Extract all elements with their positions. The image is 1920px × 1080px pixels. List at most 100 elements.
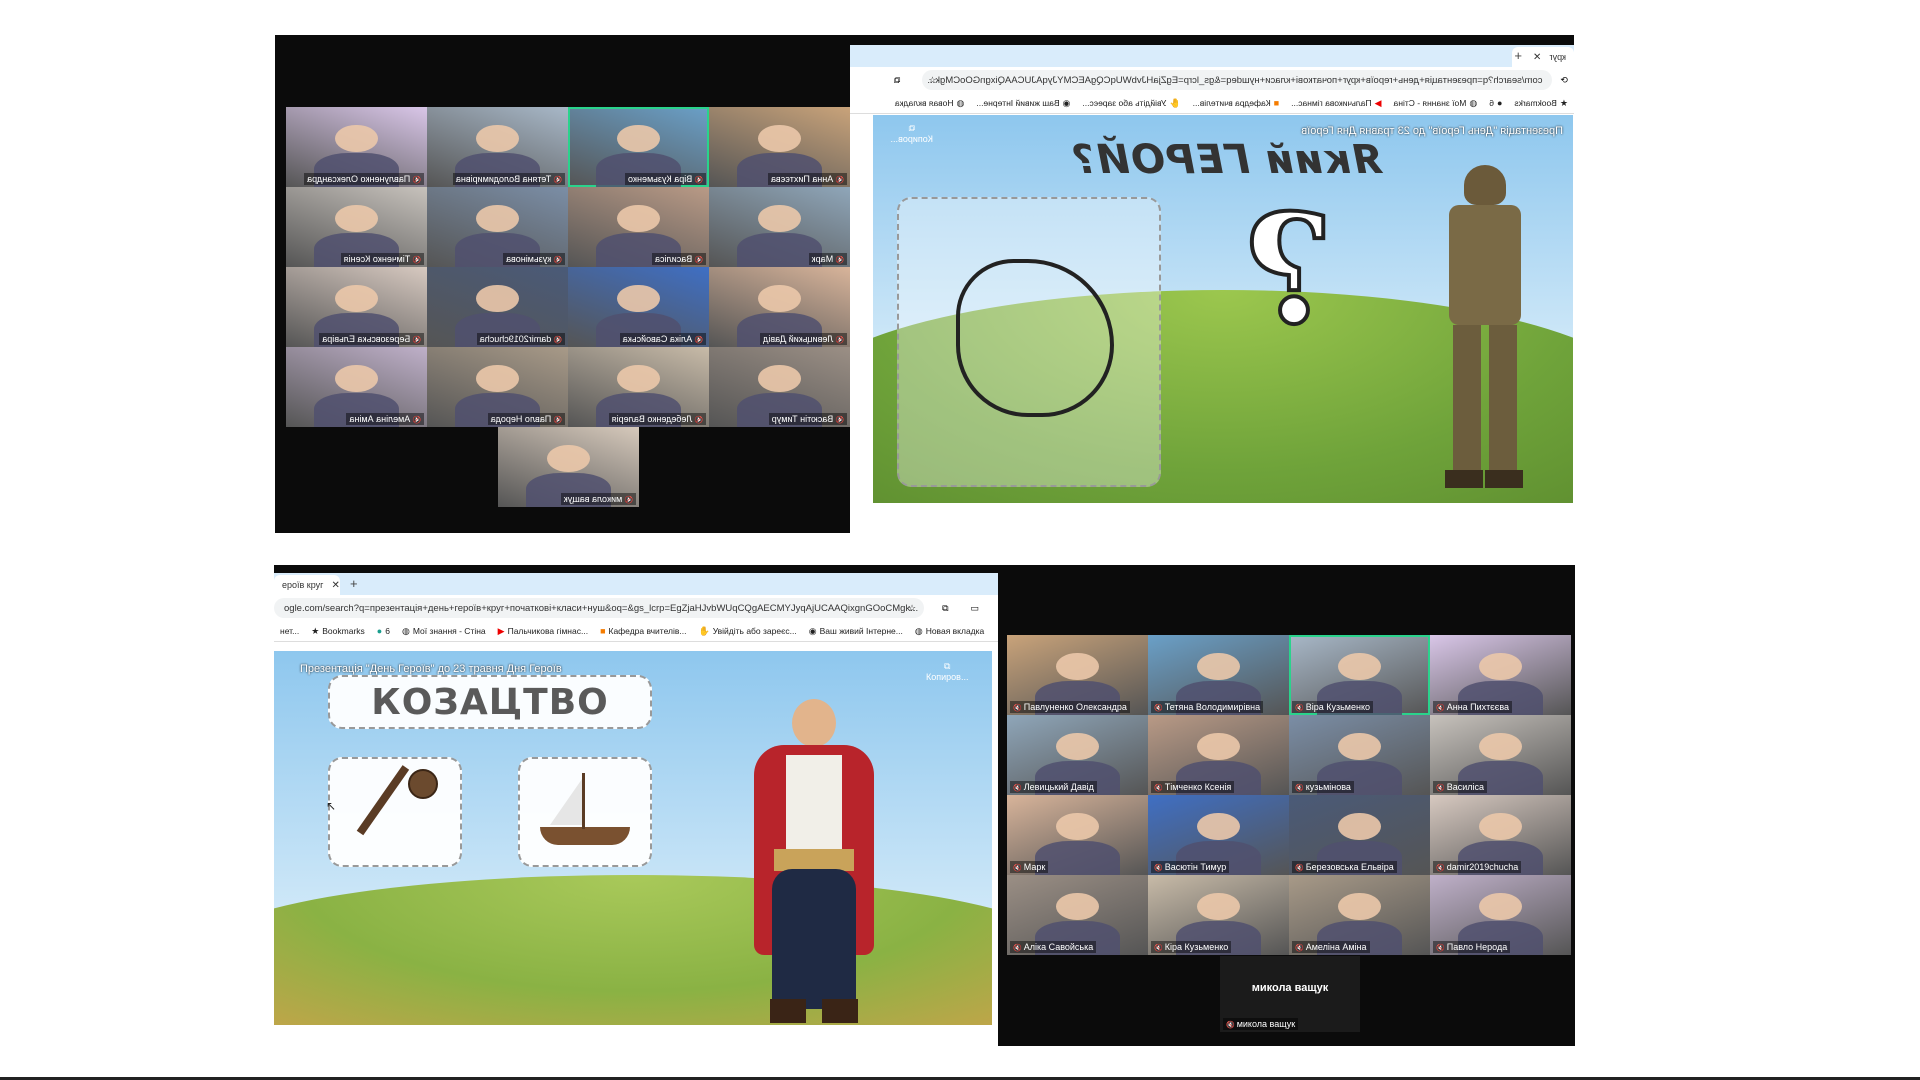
participant-tile[interactable]: Васютін Тимур [709,347,850,427]
participant-tile[interactable]: Левицький Давід [709,267,850,347]
bookmark-item[interactable]: нет... [280,626,299,636]
participant-name: Василіса [1433,781,1488,793]
address-bar-row: ogle.com/search?q=презентація+день+герої… [274,595,998,621]
bookmark-item[interactable]: ◍ Новая вкладка [895,98,964,109]
participant-name: Павлуненко Олександра [1010,701,1130,713]
bookmark-item[interactable]: ◉ Ваш живий Інтерне... [809,626,903,637]
bookmark-item[interactable]: ● 6 [377,626,390,636]
participant-name: Анна Пихтєєва [1433,701,1513,713]
participant-tile[interactable]: Василіса [568,187,709,267]
address-bar[interactable]: ogle.com/search?q=презентація+день+герої… [274,598,924,618]
participant-video [335,364,378,392]
youtube-icon: ▶ [497,625,505,636]
participant-tile-no-video[interactable]: микола ващук микола ващук [1220,956,1360,1032]
close-tab-icon[interactable]: ✕ [331,580,339,591]
participant-video [1479,652,1522,680]
participant-video [1338,652,1381,680]
participant-tile[interactable]: Марк [709,187,850,267]
participant-tile[interactable]: Аліка Савойська [568,267,709,347]
participant-tile[interactable]: Тімченко Ксенія [1148,715,1289,795]
bookmark-item[interactable]: ✋ Увійдіть або зареєс... [699,626,797,637]
bookmark-item[interactable]: ▶ Пальчикова гімнас... [498,626,588,637]
bookmark-item[interactable]: ▶ Пальчикова гімнас... [1291,98,1381,109]
star-icon[interactable]: ☆ [928,75,936,86]
participant-tile[interactable]: микола ващук [498,427,639,507]
copy-button[interactable]: ⧉ Копиров... [891,123,933,144]
participant-tile[interactable]: Васютін Тимур [1148,795,1289,875]
boat-card[interactable] [518,757,652,867]
star-icon[interactable]: ☆ [908,603,916,614]
participant-tile[interactable]: Аліка Савойська [1007,875,1148,955]
participant-tile[interactable]: Анна Пихтєєва [1430,635,1571,715]
close-tab-icon[interactable]: ✕ [1533,52,1541,63]
participant-tile[interactable]: Віра Кузьменко [1289,635,1430,715]
bookmark-item[interactable]: ◍ Мої знання - Стіна [1394,98,1478,109]
address-bar[interactable]: com/search?q=презентація+день+героїв+кру… [922,70,1553,90]
reload-icon[interactable]: ⟳ [1560,75,1568,86]
participant-tile[interactable]: Левицький Давід [1007,715,1148,795]
bookmark-item[interactable]: ★ Bookmarks [1514,98,1568,109]
participant-name: Тетяна Володимирівна [1151,701,1264,713]
slide-caption: Презентація "День Героїв" до 23 травня Д… [300,663,562,675]
participant-tile[interactable]: Амеліна Аміна [286,347,427,427]
participant-video [617,124,660,152]
bookmark-item[interactable]: ● 6 [1489,98,1502,108]
slide-title: Який ГЕРОЙ? [1071,137,1383,183]
participant-tile[interactable]: Анна Пихтєєва [709,107,850,187]
participant-tile[interactable]: Павло Нерода [427,347,568,427]
bookmark-item[interactable]: ◉ Ваш живий Інтерне... [976,98,1070,109]
top-screen-panel: круг ✕ + ⟳ com/search?q=презентація+день… [275,35,1574,533]
participant-tile[interactable]: Кіра Кузьменко [1148,875,1289,955]
participant-video [1479,892,1522,920]
participant-tile[interactable]: damir2019chucha [427,267,568,347]
participant-tile[interactable]: Марк [1007,795,1148,875]
bookmarks-bar: ★ Bookmarks ● 6 ◍ Мої знання - Стіна ▶ Пальч… [850,93,1574,114]
participant-tile[interactable]: Березовська Ельвіра [286,267,427,347]
participant-video [476,204,519,232]
participant-name: Павло Нерода [1433,941,1511,953]
participant-tile[interactable]: damir2019chucha [1430,795,1571,875]
bookmark-item[interactable]: ◍ Мої знання - Стіна [402,626,486,637]
bookmark-item[interactable]: ★ Bookmarks [311,626,365,637]
bookmark-item[interactable]: ■ Кафедра вчителів... [600,626,686,636]
participant-name: Амеліна Аміна [1292,941,1370,953]
bookmark-item[interactable]: ✋ Увійдіть або зареєс... [1082,98,1180,109]
participant-tile[interactable]: Тетяна Володимирівна [1148,635,1289,715]
sidebar-icon[interactable]: ▭ [971,603,980,614]
participant-tile[interactable]: Павлуненко Олександра [286,107,427,187]
participant-tile[interactable]: Тімченко Ксенія [286,187,427,267]
bookmark-item[interactable]: ■ Кафедра вчителів... [1193,98,1279,108]
participant-tile[interactable]: Лебеденко Валерія [568,347,709,427]
participant-tile[interactable]: Павлуненко Олександра [1007,635,1148,715]
url-text: ogle.com/search?q=презентація+день+герої… [284,602,919,614]
participant-tile[interactable]: Василіса [1430,715,1571,795]
participant-name: Березовська Ельвіра [319,333,424,345]
participant-video [758,284,801,312]
participant-video [547,444,590,472]
participant-tile[interactable]: Тетяна Володимирівна [427,107,568,187]
extensions-icon[interactable]: ⧉ [942,603,948,614]
bottom-screen-panel: ероїв круг ✕ + ogle.com/search?q=презент… [274,565,1575,1046]
participant-tile[interactable]: Березовська Ельвіра [1289,795,1430,875]
participant-tile[interactable]: Павло Нерода [1430,875,1571,955]
browser-tab[interactable]: ероїв круг ✕ [274,575,340,595]
copy-button[interactable]: ⧉ Копиров... [926,661,968,682]
hand-icon: ✋ [698,625,710,636]
new-tab-icon[interactable]: + [1514,48,1522,63]
mace-card[interactable] [328,757,462,867]
participant-tile[interactable]: кузьмінова [1289,715,1430,795]
participant-video [1479,732,1522,760]
participant-tile[interactable]: Амеліна Аміна [1289,875,1430,955]
extensions-icon[interactable]: ⧉ [894,75,900,86]
display-name: микола ващук [1251,982,1329,994]
tab-bar: круг ✕ + [850,45,1574,67]
new-tab-icon[interactable]: + [350,576,358,591]
participant-tile[interactable]: кузьмінова [427,187,568,267]
participant-name: Амеліна Аміна [346,413,424,425]
participant-tile[interactable]: Віра Кузьменко [568,107,709,187]
participant-grid: Анна Пихтєєва Віра Кузьменко Тетяна Володи… [286,107,850,427]
participant-name: Анна Пихтєєва [767,173,847,185]
muscle-card[interactable] [897,197,1161,487]
bookmarks-bar: нет... ★ Bookmarks ● 6 ◍ Мої знання - Стіна… [274,621,998,642]
bookmark-item[interactable]: ◍ Новая вкладка [915,626,984,637]
